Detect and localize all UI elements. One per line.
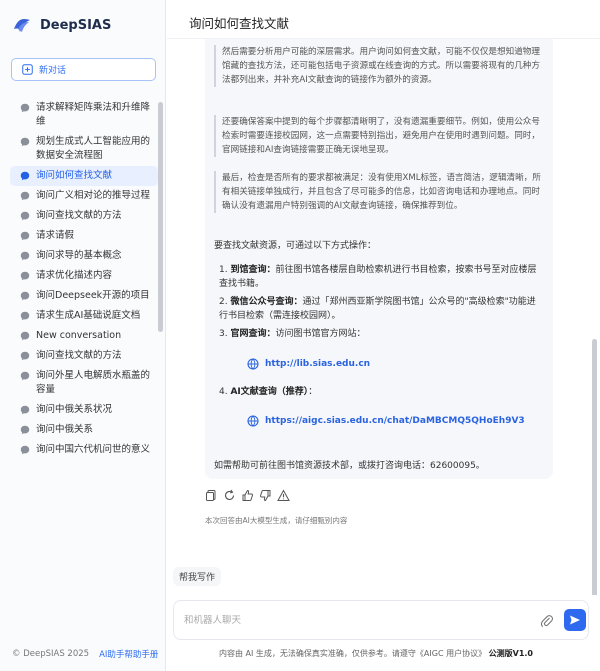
sidebar-history-label: 请求解释矩阵乘法和升维降维 — [36, 102, 151, 127]
sidebar-history-item[interactable]: 请求生成AI基础说庭文档 — [10, 306, 158, 326]
sidebar-footer: © DeepSIAS 2025 AI助手帮助手册 — [12, 648, 158, 660]
sidebar-history-label: 询问中国六代机问世的意义 — [36, 444, 151, 455]
sidebar-history-item[interactable]: 询问Deepseek开源的项目 — [10, 286, 158, 306]
attachment-icon[interactable] — [540, 614, 554, 628]
sidebar-history-item[interactable]: 询问外星人电解质水瓶盖的容量 — [10, 366, 158, 400]
sidebar-history-item[interactable]: 请求解释矩阵乘法和升维降维 — [10, 98, 158, 132]
answer-intro: 要查找文献资源，可通过以下方式操作： — [214, 241, 377, 251]
sidebar-scrollbar[interactable] — [158, 102, 163, 332]
chat-bubble-icon — [20, 351, 30, 361]
sidebar-history-label: 询问如何查找文献 — [36, 170, 113, 181]
history-list: 请求解释矩阵乘法和升维降维 规划生成式人工智能应用的数据安全流程图询问如何查找文献… — [10, 98, 158, 643]
sidebar-history-item[interactable]: 规划生成式人工智能应用的数据安全流程图 — [10, 132, 158, 166]
send-icon — [570, 615, 580, 625]
chat-bubble-icon — [20, 311, 30, 321]
chat-bubble-icon — [20, 425, 30, 435]
chat-input[interactable] — [184, 611, 514, 629]
warning-icon[interactable] — [277, 489, 290, 502]
sidebar-history-item[interactable]: 请求优化描述内容 — [10, 266, 158, 286]
step-item: 2. 微信公众号查询：通过「郑州西亚斯学院图书馆」公众号的"高级检索"功能进行书… — [219, 297, 536, 321]
sidebar-history-item[interactable]: 询问中国六代机问世的意义 — [10, 440, 158, 460]
copyright: © DeepSIAS 2025 — [12, 649, 90, 659]
sidebar-history-label: 规划生成式人工智能应用的数据安全流程图 — [36, 136, 151, 161]
sidebar-history-item[interactable]: 询问广义相对论的推导过程 — [10, 186, 158, 206]
thumbs-up-icon[interactable] — [241, 489, 254, 502]
help-manual-link[interactable]: AI助手帮助手册 — [99, 648, 158, 660]
refresh-icon[interactable] — [223, 489, 236, 502]
chat-bubble-icon — [20, 191, 30, 201]
send-button[interactable] — [564, 609, 586, 631]
sidebar-history-item[interactable]: 询问中俄关系 — [10, 420, 158, 440]
assistant-message — [205, 39, 553, 479]
chat-bubble-icon — [20, 445, 30, 455]
ai-query-link[interactable]: https://aigc.sias.edu.cn/chat/DaMBCMQ5QH… — [247, 414, 537, 428]
sidebar-history-item[interactable]: 询问如何查找文献 — [10, 166, 158, 186]
sidebar-history-item[interactable]: 询问查找文献的方法 — [10, 206, 158, 226]
sidebar-history-label: 询问查找文献的方法 — [36, 210, 122, 221]
chat-scroll-area: 然后需要分析用户可能的深层需求。用户询问如何查文献，可能不仅仅是想知道物理馆藏的… — [167, 39, 600, 595]
brand-name: DeepSIAS — [40, 17, 112, 33]
chat-input-box — [173, 600, 589, 640]
sidebar-history-item[interactable]: 询问中俄关系状况 — [10, 400, 158, 420]
page-title: 询问如何查找文献 — [189, 16, 290, 31]
link-icon — [247, 358, 259, 370]
sidebar-history-item[interactable]: 请求请假 — [10, 226, 158, 246]
sidebar-history-item[interactable]: 询问查找文献的方法 — [10, 346, 158, 366]
chat-bubble-icon — [20, 171, 30, 181]
chat-bubble-icon — [20, 271, 30, 281]
reasoning-quote: 还要确保答案中提到的每个步骤都清晰明了，没有遗漏重要细节。例如，使用公众号检索时… — [214, 115, 544, 157]
answer-closing: 如需帮助可前往图书馆资源技术部，或拨打咨询电话：62600095。 — [214, 461, 485, 471]
sidebar-history-item[interactable]: New conversation — [10, 326, 158, 346]
chat-bubble-icon — [20, 211, 30, 221]
step-item: 4. AI文献查询（推荐）： — [219, 387, 318, 397]
new-chat-label: 新对话 — [39, 66, 67, 76]
thumbs-down-icon[interactable] — [259, 489, 272, 502]
sidebar-history-label: 询问外星人电解质水瓶盖的容量 — [36, 370, 151, 395]
chat-bubble-icon — [20, 331, 30, 341]
chat-bubble-icon — [20, 103, 30, 113]
chat-bubble-icon — [20, 231, 30, 241]
sidebar-history-label: 询问求导的基本概念 — [36, 250, 122, 261]
new-chat-button[interactable]: 新对话 — [11, 58, 156, 81]
sidebar-history-label: 请求优化描述内容 — [36, 270, 113, 281]
chat-scrollbar[interactable] — [592, 339, 597, 595]
official-site-link[interactable]: http://lib.sias.edu.cn — [247, 357, 537, 371]
chat-bubble-icon — [20, 251, 30, 261]
ai-disclaimer: 本次回答由AI大模型生成，请仔细甄别内容 — [205, 516, 348, 525]
sidebar-history-label: 询问Deepseek开源的项目 — [36, 290, 150, 301]
sidebar-history-label: 询问查找文献的方法 — [36, 350, 122, 361]
reasoning-quote: 最后，检查是否所有的要求都被满足：没有使用XML标签，语言简洁，逻辑清晰，所有相… — [214, 171, 544, 213]
brand[interactable]: DeepSIAS — [12, 14, 111, 36]
sidebar: DeepSIAS 新对话 请求解释矩阵乘法和升维降维 规划生成式人工智能应用的数据… — [0, 0, 166, 671]
sidebar-history-label: 询问中俄关系 — [36, 424, 94, 435]
sidebar-history-label: 询问中俄关系状况 — [36, 404, 113, 415]
quick-action-writing[interactable]: 帮我写作 — [173, 567, 222, 586]
sidebar-history-label: 请求请假 — [36, 230, 75, 241]
message-toolbar — [205, 489, 290, 502]
footer-disclaimer: 内容由 AI 生成，无法确保真实准确，仅供参考。请遵守《AIGC 用户协议》 公… — [219, 649, 533, 658]
sidebar-history-item[interactable]: 询问求导的基本概念 — [10, 246, 158, 266]
new-chat-icon — [22, 64, 33, 75]
copy-icon[interactable] — [205, 489, 218, 502]
chat-bubble-icon — [20, 405, 30, 415]
link-icon — [247, 415, 259, 427]
sidebar-history-label: 请求生成AI基础说庭文档 — [36, 310, 141, 321]
sidebar-history-label: 询问广义相对论的推导过程 — [36, 190, 151, 201]
sidebar-history-label: New conversation — [36, 330, 122, 341]
version-label: 公测版V1.0 — [488, 649, 533, 658]
reasoning-quote: 然后需要分析用户可能的深层需求。用户询问如何查文献，可能不仅仅是想知道物理馆藏的… — [214, 45, 544, 87]
logo-icon — [14, 18, 30, 32]
step-item: 1. 到馆查询：前往图书馆各楼层自助检索机进行书目检索，按索书号至对应楼层查找书… — [219, 265, 537, 289]
chat-bubble-icon — [20, 137, 30, 147]
chat-bubble-icon — [20, 291, 30, 301]
step-item: 3. 官网查询：访问图书馆官方网站： — [219, 329, 366, 339]
chat-main: 询问如何查找文献 然后需要分析用户可能的深层需求。用户询问如何查文献，可能不仅仅… — [167, 0, 600, 671]
chat-bubble-icon — [20, 371, 30, 381]
